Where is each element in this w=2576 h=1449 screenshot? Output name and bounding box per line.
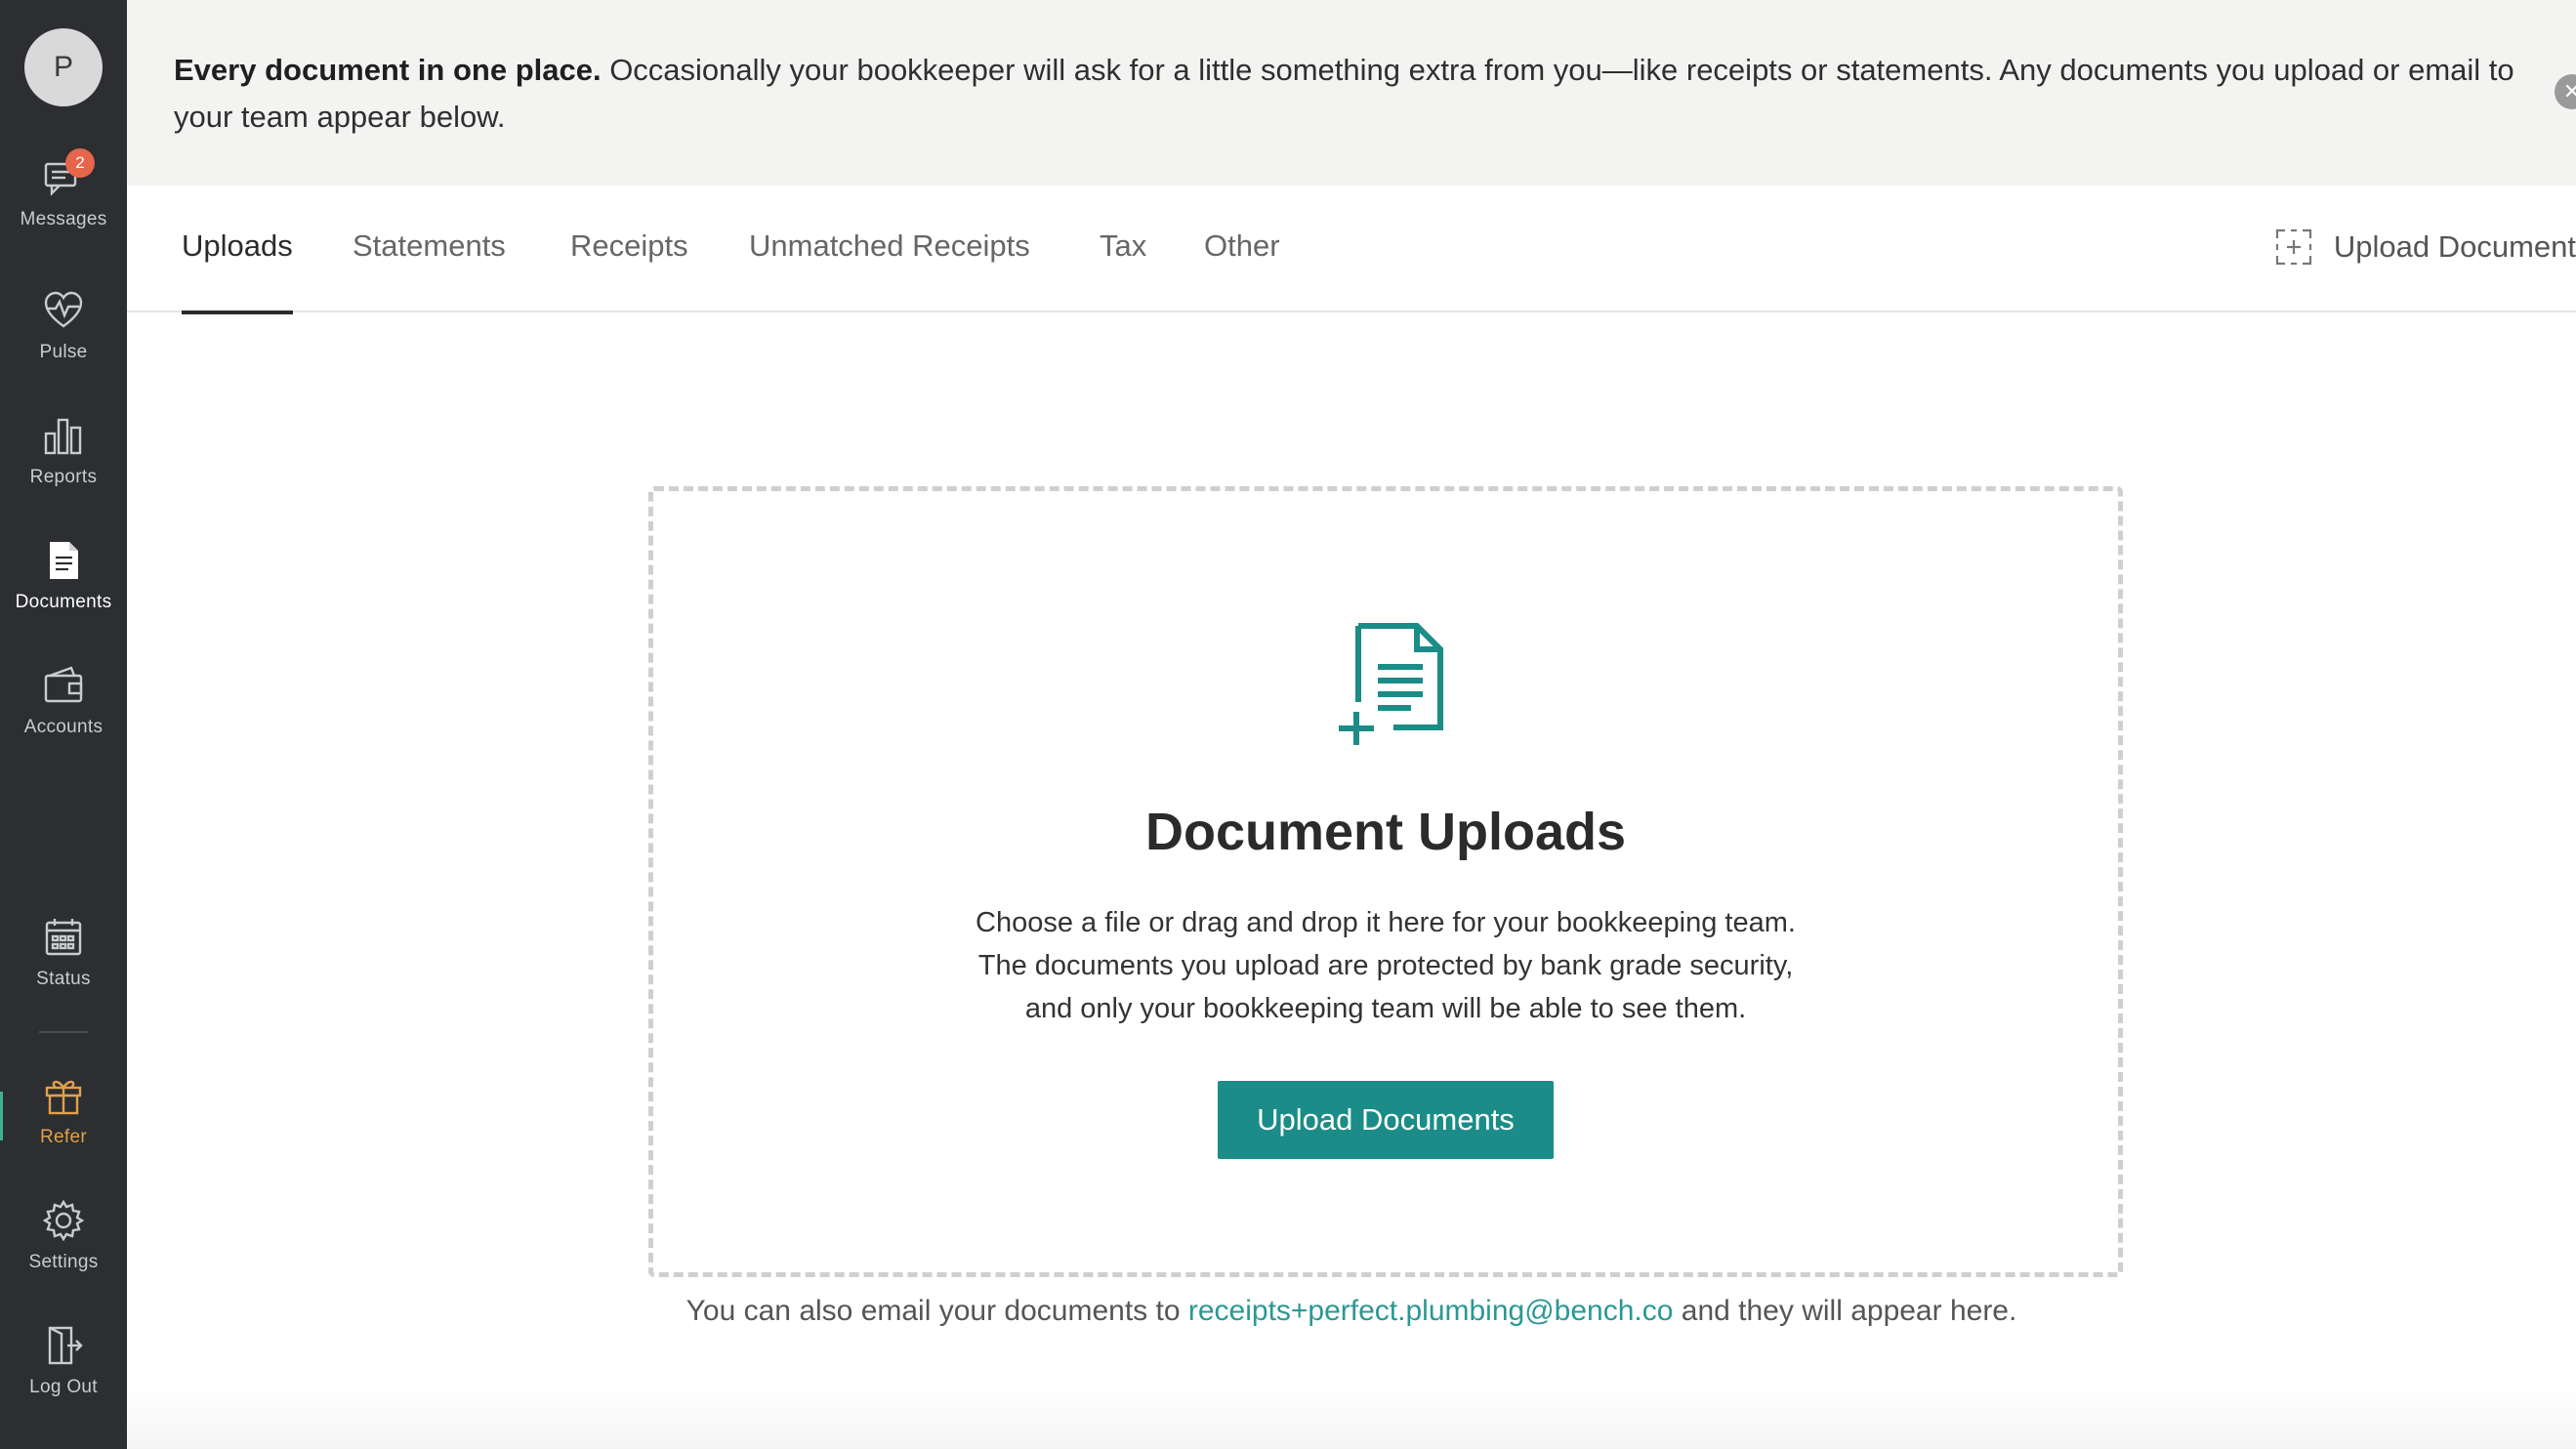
email-suffix: and they will appear here.	[1673, 1295, 2017, 1327]
document-icon	[42, 539, 85, 582]
upload-frame-icon	[2275, 228, 2311, 266]
sidebar-item-documents[interactable]: Documents	[0, 539, 127, 646]
sidebar-item-messages[interactable]: 2 Messages	[0, 148, 127, 264]
email-address-link[interactable]: receipts+perfect.plumbing@bench.co	[1188, 1295, 1674, 1327]
sidebar: P 2 Messages Pulse Reports Documents Acc…	[0, 0, 127, 1449]
sidebar-item-label: Accounts	[23, 717, 104, 737]
tab-unmatched-receipts[interactable]: Unmatched Receipts	[749, 228, 1030, 310]
banner-text: Every document in one place. Occasionall…	[174, 47, 2556, 141]
sidebar-item-refer[interactable]: Refer	[0, 1074, 127, 1181]
tab-receipts[interactable]: Receipts	[570, 228, 688, 310]
footer-fade	[127, 1387, 2576, 1449]
sidebar-item-label: Log Out	[29, 1377, 98, 1397]
upload-document-label: Upload Document	[2333, 229, 2576, 264]
dropzone-line-2: The documents you upload are protected b…	[977, 950, 1794, 981]
heart-pulse-icon	[42, 289, 85, 332]
avatar[interactable]: P	[24, 28, 103, 106]
sidebar-item-pulse[interactable]: Pulse	[0, 289, 127, 396]
sidebar-item-label: Pulse	[39, 342, 88, 362]
close-icon[interactable]: ✕	[2555, 74, 2576, 109]
sidebar-item-label: Refer	[40, 1127, 87, 1147]
sidebar-item-label: Documents	[15, 592, 112, 612]
gift-icon	[42, 1074, 85, 1117]
tab-tax[interactable]: Tax	[1100, 228, 1146, 310]
banner-heading: Every document in one place.	[174, 53, 602, 87]
document-add-icon	[1339, 623, 1443, 745]
email-instructions: You can also email your documents to rec…	[127, 1295, 2576, 1328]
app-root: P 2 Messages Pulse Reports Documents Acc…	[0, 0, 2576, 1449]
dropzone-description: Choose a file or drag and drop it here f…	[653, 901, 2118, 1030]
info-banner: Every document in one place. Occasionall…	[127, 0, 2576, 186]
sidebar-item-log-out[interactable]: Log Out	[0, 1324, 127, 1431]
upload-dropzone[interactable]: Document Uploads Choose a file or drag a…	[648, 486, 2123, 1277]
tab-statements[interactable]: Statements	[353, 228, 506, 310]
dropzone-line-3: and only your bookkeeping team will be a…	[1024, 993, 1747, 1024]
gear-icon	[42, 1199, 85, 1242]
dropzone-title: Document Uploads	[1144, 803, 1627, 861]
sidebar-item-settings[interactable]: Settings	[0, 1199, 127, 1306]
sidebar-item-status[interactable]: Status	[0, 916, 127, 1023]
sidebar-item-accounts[interactable]: Accounts	[0, 664, 127, 771]
sidebar-item-label: Messages	[20, 209, 107, 229]
messages-badge: 2	[65, 148, 95, 178]
calendar-icon	[42, 916, 85, 959]
sidebar-item-label: Status	[36, 969, 91, 989]
tab-uploads[interactable]: Uploads	[182, 228, 293, 314]
sidebar-item-label: Reports	[29, 467, 98, 487]
wallet-icon	[42, 664, 85, 707]
email-prefix: You can also email your documents to	[686, 1295, 1188, 1327]
log-out-icon	[42, 1324, 85, 1367]
dropzone-line-1: Choose a file or drag and drop it here f…	[976, 907, 1796, 938]
sidebar-item-reports[interactable]: Reports	[0, 414, 127, 521]
messages-icon: 2	[42, 148, 95, 199]
upload-document-link[interactable]: Upload Document	[2275, 228, 2576, 266]
avatar-initial: P	[53, 51, 73, 83]
sidebar-item-label: Settings	[28, 1252, 99, 1272]
bar-chart-icon	[42, 414, 85, 457]
document-tabs: Uploads Statements Receipts Unmatched Re…	[127, 186, 2576, 314]
tab-other[interactable]: Other	[1204, 228, 1280, 310]
upload-documents-button[interactable]: Upload Documents	[1218, 1081, 1554, 1159]
sidebar-divider	[39, 1031, 88, 1033]
